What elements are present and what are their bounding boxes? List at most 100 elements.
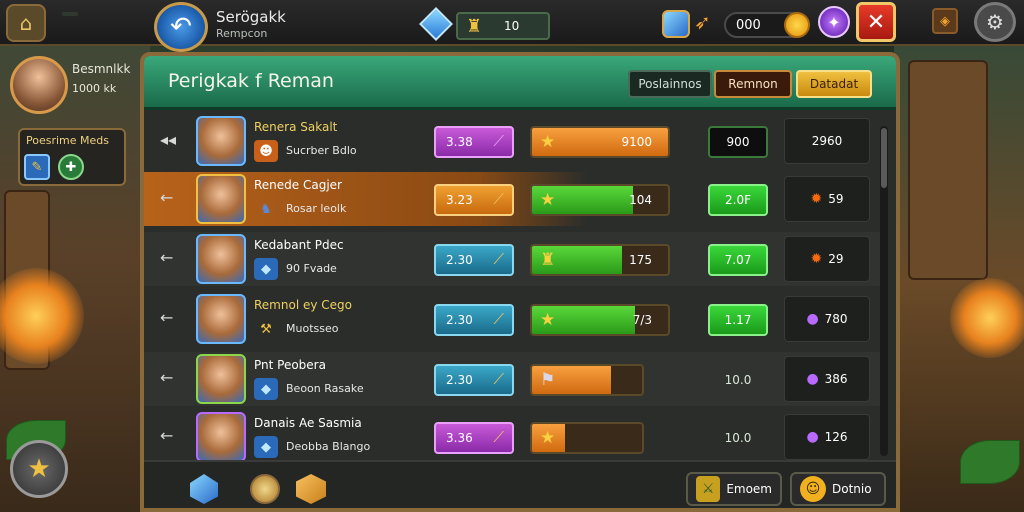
scrollbar[interactable] [880, 126, 888, 456]
table-row[interactable]: ← Pnt Peobera ◆ Beoon Rasake 2.30 ⟋ ⚑ 10… [144, 352, 884, 406]
row-name: Kedabant Pdec [254, 238, 344, 252]
row-rank-value: 780 [824, 312, 848, 326]
row-progress-bar: ★ [530, 422, 644, 454]
potion-icon: ● [806, 371, 819, 387]
profile-score: 1000 kk [72, 82, 117, 95]
footer-button-1-label: Emoem [726, 482, 772, 496]
row-arrow-icon[interactable]: ← [160, 426, 173, 445]
row-subtitle: 90 Fvade [286, 262, 337, 275]
scroll-icon: ⟋ [493, 370, 504, 388]
gem-icon[interactable] [190, 474, 218, 504]
potion-icon: ● [806, 311, 819, 327]
coin-counter: 000 [724, 12, 810, 38]
row-progress-bar: ★ 104 [530, 184, 670, 216]
tab-1[interactable]: Poslainnos [628, 70, 712, 98]
table-row[interactable]: ← Danais Ae Sasmia ◆ Deobba Blango 3.36 … [144, 410, 884, 464]
row-name: Danais Ae Sasmia [254, 416, 362, 430]
trophy-icon: ♜ [540, 250, 556, 270]
coin-icon[interactable] [250, 474, 280, 504]
avatar [196, 412, 246, 462]
panel-footer: ⚔ Emoem ☺ Dotnio [144, 460, 896, 508]
gem-shop-icon[interactable] [662, 10, 690, 38]
gem-icon [419, 7, 453, 41]
scrollbar-thumb[interactable] [881, 128, 887, 188]
table-row[interactable]: ◂◂ Renera Sakalt ☻ Sucrber Bdlo 3.38 ⟋ ★… [144, 114, 884, 168]
row-subtitle: Sucrber Bdlo [286, 144, 357, 157]
panel-title: Perigkak f Reman [168, 70, 334, 92]
avatar [196, 116, 246, 166]
row-rank-value: 59 [828, 192, 844, 206]
scroll-icon[interactable]: ✎ [24, 154, 50, 180]
row-arrow-icon[interactable]: ← [160, 368, 173, 387]
row-level-pill: 3.23 ⟋ [434, 184, 514, 216]
row-name: Pnt Peobera [254, 358, 326, 372]
magic-orb-icon[interactable]: ✦ [818, 6, 850, 38]
row-score: 10.0 [724, 373, 752, 387]
sword-icon: ⚔ [696, 476, 721, 502]
fire-icon: ✹ [810, 191, 823, 207]
avatar [196, 174, 246, 224]
shield-icon[interactable]: ◈ [932, 8, 958, 34]
row-arrow-icon[interactable]: ← [160, 308, 173, 327]
hex-gem-icon[interactable] [296, 474, 326, 504]
row-rank: ✹ 29 [784, 236, 870, 282]
close-button[interactable]: ✕ [856, 2, 896, 42]
scroll-icon: ⟋ [493, 428, 504, 446]
avatar [196, 234, 246, 284]
row-name: Renede Cagjer [254, 178, 342, 192]
wand-icon: ⟋ [493, 132, 504, 150]
table-row[interactable]: ← Remnol ey Cego ⚒ Muotsseo 2.30 ⟋ ★ 7/3… [144, 292, 884, 346]
rocket-icon[interactable]: ➶ [694, 10, 711, 34]
row-subtitle: Muotsseo [286, 322, 339, 335]
table-row[interactable]: ← Kedabant Pdec ◆ 90 Fvade 2.30 ⟋ ♜ 175 … [144, 232, 884, 286]
background-leaf [960, 440, 1020, 484]
row-subtitle: Beoon Rasake [286, 382, 364, 395]
row-arrow-icon[interactable]: ◂◂ [160, 130, 176, 149]
shield-badge-icon[interactable]: ✚ [58, 154, 84, 180]
top-left-label [62, 12, 78, 16]
fire-icon: ✹ [810, 251, 823, 267]
hammer-icon: ⚒ [260, 321, 272, 337]
footer-button-1[interactable]: ⚔ Emoem [686, 472, 782, 506]
leaderboard-panel: Perigkak f Reman Poslainnos Remnon Datad… [140, 52, 900, 512]
row-progress-value: 7/3 [632, 313, 652, 327]
trophy-count: 10 [504, 19, 520, 33]
avatar[interactable] [10, 56, 68, 114]
row-subtitle: Deobba Blango [286, 440, 371, 453]
trophy-counter: ♜ 10 [456, 12, 550, 40]
row-subtitle: Rosar leolk [286, 202, 347, 215]
row-level-pill: 2.30 ⟋ [434, 244, 514, 276]
scroll-icon: ⟋ [493, 310, 504, 328]
row-progress-bar: ⚑ [530, 364, 644, 396]
crystal-icon: ◆ [254, 378, 278, 400]
row-level: 2.30 [446, 313, 473, 327]
row-rank: ● 386 [784, 356, 870, 402]
menu-button[interactable]: ★ [10, 440, 68, 498]
crystal-icon: ◆ [254, 436, 278, 458]
side-panel-title: Poesrime Meds [26, 134, 109, 147]
row-progress-value: 175 [629, 253, 652, 267]
row-progress-value: 104 [629, 193, 652, 207]
scroll-icon: ⟋ [493, 250, 504, 268]
row-arrow-icon[interactable]: ← [160, 248, 173, 267]
home-icon[interactable]: ⌂ [6, 4, 46, 42]
table-row[interactable]: ← Renede Cagjer ♞ Rosar leolk 3.23 ⟋ ★ 1… [144, 172, 884, 226]
row-level: 3.23 [446, 193, 473, 207]
row-score: 2.0F [708, 184, 768, 216]
row-score: 1.17 [708, 304, 768, 336]
star-icon: ★ [540, 190, 556, 210]
tab-2[interactable]: Remnon [714, 70, 792, 98]
back-button[interactable]: ↶ [154, 2, 208, 52]
star-icon: ★ [540, 310, 556, 330]
gear-icon[interactable]: ⚙ [974, 2, 1016, 42]
player-profile[interactable]: Besmnlkk 1000 kk [10, 56, 148, 120]
tab-3[interactable]: Datadat [796, 70, 872, 98]
trophy-icon: ♜ [466, 16, 483, 37]
row-rank-value: 126 [824, 430, 848, 444]
row-arrow-icon[interactable]: ← [160, 188, 173, 207]
footer-button-2[interactable]: ☺ Dotnio [790, 472, 886, 506]
footer-button-2-label: Dotnio [832, 482, 872, 496]
coin-count: 000 [736, 18, 761, 33]
row-progress-value: 9100 [621, 135, 652, 149]
background-lantern-glow [950, 278, 1024, 358]
